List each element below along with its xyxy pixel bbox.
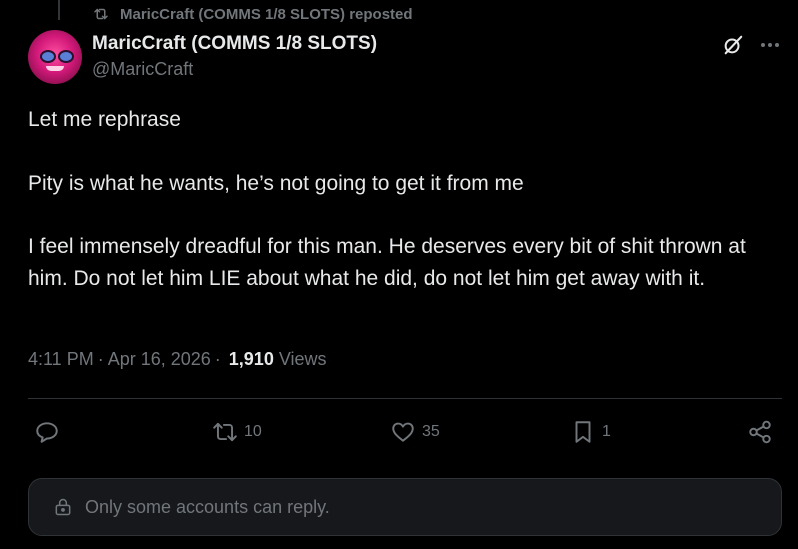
grok-icon[interactable] [722, 34, 744, 56]
more-dot [768, 43, 772, 47]
bookmark-count: 1 [602, 423, 611, 440]
post-time[interactable]: 4:11 PM [28, 349, 94, 370]
meta-separator: · [97, 349, 104, 369]
post-paragraph: Pity is what he wants, he’s not going to… [28, 171, 524, 195]
repost-label: MaricCraft (COMMS 1/8 SLOTS) reposted [120, 5, 413, 23]
bookmark-button[interactable]: 1 [570, 415, 611, 449]
repost-icon [94, 8, 108, 20]
avatar-eye-left [40, 50, 56, 63]
repost-count: 10 [244, 423, 262, 440]
repost-icon [213, 422, 237, 442]
more-icon[interactable] [758, 36, 782, 54]
thread-connector-line [58, 0, 60, 20]
post-paragraph: I feel immensely dreadful for this man. … [28, 235, 746, 290]
repost-indicator[interactable]: MaricCraft (COMMS 1/8 SLOTS) reposted [92, 3, 413, 25]
views-count: 1,910 [228, 349, 274, 369]
action-bar: 10 35 1 [28, 415, 782, 449]
repost-button[interactable]: 10 [212, 415, 262, 449]
views-label: Views [278, 349, 327, 369]
post-paragraph: Let me rephrase [28, 108, 181, 131]
meta-separator: · [214, 349, 221, 369]
more-dot [775, 43, 779, 47]
divider [28, 398, 782, 399]
like-button[interactable]: 35 [390, 415, 440, 449]
reply-restriction-notice: Only some accounts can reply. [28, 478, 782, 536]
heart-icon [392, 422, 414, 442]
bookmark-icon [575, 421, 591, 443]
post-text: Let me rephrase Pity is what he wants, h… [28, 104, 768, 294]
author-handle[interactable]: @MaricCraft [92, 59, 193, 80]
avatar-mouth [46, 66, 64, 71]
share-icon [749, 420, 771, 444]
reply-button[interactable] [34, 415, 66, 449]
post-meta: 4:11 PM · Apr 16, 2026 · 1,910 Views [28, 349, 327, 370]
lock-icon [55, 498, 71, 516]
more-dot [761, 43, 765, 47]
like-count: 35 [422, 423, 440, 440]
post-date[interactable]: Apr 16, 2026 [108, 349, 211, 370]
reply-restriction-text: Only some accounts can reply. [85, 496, 330, 517]
author-display-name[interactable]: MaricCraft (COMMS 1/8 SLOTS) [92, 33, 377, 55]
avatar-eye-right [58, 50, 74, 63]
share-button[interactable] [747, 415, 773, 449]
reply-icon [36, 422, 58, 443]
avatar[interactable] [28, 30, 82, 84]
